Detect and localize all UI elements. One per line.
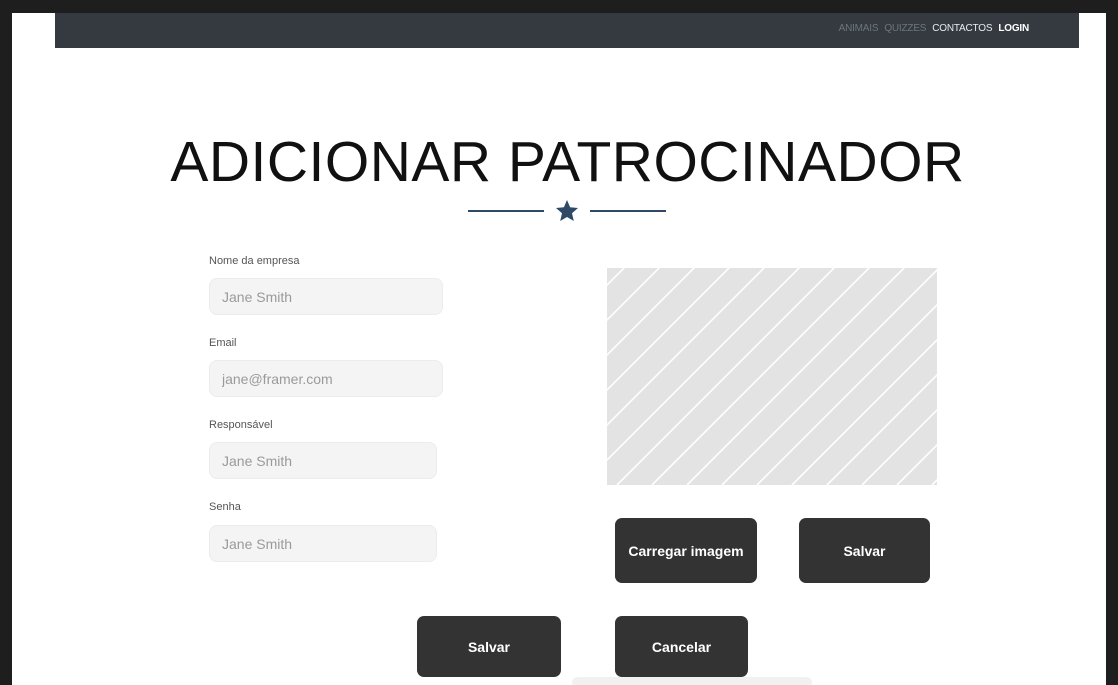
save-button[interactable]: Salvar [417, 616, 561, 677]
email-label: Email [209, 337, 237, 349]
image-save-button[interactable]: Salvar [799, 518, 930, 583]
responsible-label: Responsável [209, 419, 273, 431]
page-frame: ANIMAIS QUIZZES CONTACTOS LOGIN ADICIONA… [12, 13, 1106, 685]
company-name-label: Nome da empresa [209, 255, 300, 267]
password-label: Senha [209, 501, 241, 513]
nav-item-login[interactable]: LOGIN [998, 23, 1029, 34]
upload-image-button[interactable]: Carregar imagem [615, 518, 757, 583]
star-icon [556, 200, 578, 221]
password-input[interactable] [209, 525, 437, 562]
nav-item-quizzes[interactable]: QUIZZES [884, 23, 926, 34]
image-placeholder [607, 268, 937, 485]
nav-item-contactos[interactable]: CONTACTOS [932, 23, 992, 34]
page-title: ADICIONAR PATROCINADOR [170, 130, 965, 194]
responsible-input[interactable] [209, 442, 437, 479]
left-strip [12, 13, 55, 500]
top-navbar: ANIMAIS QUIZZES CONTACTOS LOGIN [55, 13, 1079, 48]
bottom-shadow [572, 677, 812, 685]
email-input[interactable] [209, 360, 443, 397]
nav-item-animais[interactable]: ANIMAIS [839, 23, 879, 34]
company-name-input[interactable] [209, 278, 443, 315]
star-divider [468, 200, 666, 221]
nav-links: ANIMAIS QUIZZES CONTACTOS LOGIN [839, 23, 1030, 34]
cancel-button[interactable]: Cancelar [615, 616, 748, 677]
